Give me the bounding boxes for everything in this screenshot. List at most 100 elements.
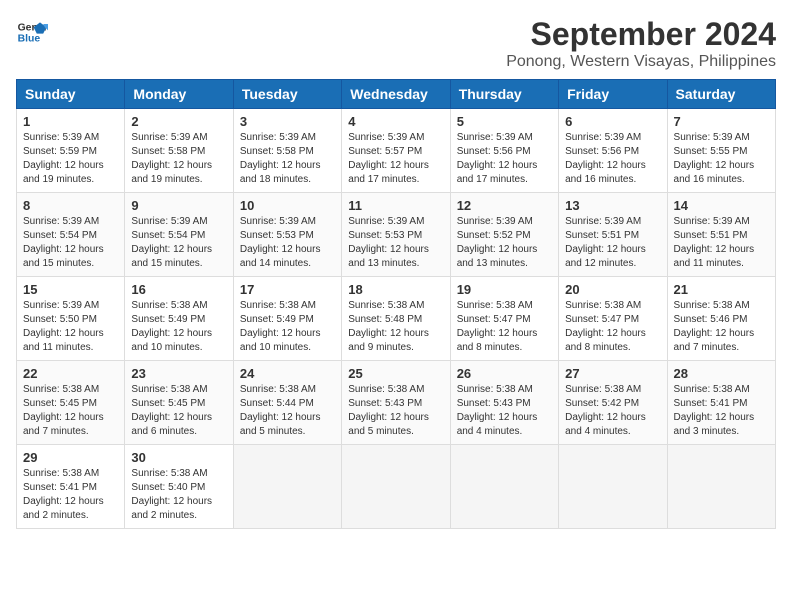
day-number: 14 <box>674 198 769 213</box>
calendar-day-15: 15Sunrise: 5:39 AM Sunset: 5:50 PM Dayli… <box>17 277 125 361</box>
calendar-day-22: 22 Sunrise: 5:38 AM Sunset: 5:45 PM Dayli… <box>17 361 125 445</box>
calendar-week-2: 8 Sunrise: 5:39 AM Sunset: 5:54 PM Daylig… <box>17 193 776 277</box>
calendar-header-friday: Friday <box>559 80 667 109</box>
day-number: 8 <box>23 198 118 213</box>
calendar-day-empty <box>667 445 775 529</box>
day-info: Sunrise: 5:39 AM Sunset: 5:55 PM Dayligh… <box>674 131 769 187</box>
day-number: 23 <box>131 366 226 381</box>
day-info: Sunrise: 5:39 AM Sunset: 5:53 PM Dayligh… <box>240 215 335 271</box>
calendar-day-5: 5 Sunrise: 5:39 AM Sunset: 5:56 PM Daylig… <box>450 109 558 193</box>
calendar-day-empty <box>342 445 450 529</box>
calendar-day-7: 7Sunrise: 5:39 AM Sunset: 5:55 PM Daylig… <box>667 109 775 193</box>
calendar-day-18: 18Sunrise: 5:38 AM Sunset: 5:48 PM Dayli… <box>342 277 450 361</box>
calendar-day-13: 13Sunrise: 5:39 AM Sunset: 5:51 PM Dayli… <box>559 193 667 277</box>
day-number: 16 <box>131 282 226 297</box>
day-info: Sunrise: 5:38 AM Sunset: 5:47 PM Dayligh… <box>565 299 660 355</box>
calendar-day-28: 28 Sunrise: 5:38 AM Sunset: 5:41 PM Dayli… <box>667 361 775 445</box>
day-info: Sunrise: 5:38 AM Sunset: 5:49 PM Dayligh… <box>131 299 226 355</box>
calendar-day-empty <box>233 445 341 529</box>
calendar-week-5: 29 Sunrise: 5:38 AM Sunset: 5:41 PM Dayli… <box>17 445 776 529</box>
day-info: Sunrise: 5:38 AM Sunset: 5:47 PM Dayligh… <box>457 299 552 355</box>
day-info: Sunrise: 5:39 AM Sunset: 5:57 PM Dayligh… <box>348 131 443 187</box>
day-info: Sunrise: 5:39 AM Sunset: 5:51 PM Dayligh… <box>674 215 769 271</box>
day-number: 12 <box>457 198 552 213</box>
day-number: 11 <box>348 198 443 213</box>
calendar-day-3: 3Sunrise: 5:39 AM Sunset: 5:58 PM Daylig… <box>233 109 341 193</box>
day-number: 10 <box>240 198 335 213</box>
calendar-week-1: 1 Sunrise: 5:39 AM Sunset: 5:59 PM Daylig… <box>17 109 776 193</box>
day-number: 27 <box>565 366 660 381</box>
day-number: 5 <box>457 114 552 129</box>
calendar-header-saturday: Saturday <box>667 80 775 109</box>
day-number: 20 <box>565 282 660 297</box>
calendar-header-sunday: Sunday <box>17 80 125 109</box>
day-info: Sunrise: 5:38 AM Sunset: 5:45 PM Dayligh… <box>131 383 226 439</box>
day-number: 29 <box>23 450 118 465</box>
calendar-day-14: 14 Sunrise: 5:39 AM Sunset: 5:51 PM Dayli… <box>667 193 775 277</box>
day-info: Sunrise: 5:38 AM Sunset: 5:49 PM Dayligh… <box>240 299 335 355</box>
calendar-day-11: 11 Sunrise: 5:39 AM Sunset: 5:53 PM Dayli… <box>342 193 450 277</box>
day-info: Sunrise: 5:39 AM Sunset: 5:54 PM Dayligh… <box>23 215 118 271</box>
day-number: 24 <box>240 366 335 381</box>
day-number: 21 <box>674 282 769 297</box>
day-info: Sunrise: 5:38 AM Sunset: 5:41 PM Dayligh… <box>23 467 118 523</box>
calendar-week-3: 15Sunrise: 5:39 AM Sunset: 5:50 PM Dayli… <box>17 277 776 361</box>
calendar-day-empty <box>559 445 667 529</box>
calendar-day-26: 26 Sunrise: 5:38 AM Sunset: 5:43 PM Dayli… <box>450 361 558 445</box>
day-info: Sunrise: 5:39 AM Sunset: 5:58 PM Dayligh… <box>131 131 226 187</box>
calendar-day-10: 10 Sunrise: 5:39 AM Sunset: 5:53 PM Dayli… <box>233 193 341 277</box>
page-title: September 2024 <box>506 16 776 53</box>
calendar-header-tuesday: Tuesday <box>233 80 341 109</box>
day-number: 9 <box>131 198 226 213</box>
day-info: Sunrise: 5:39 AM Sunset: 5:56 PM Dayligh… <box>565 131 660 187</box>
calendar-day-17: 17 Sunrise: 5:38 AM Sunset: 5:49 PM Dayli… <box>233 277 341 361</box>
calendar-day-12: 12 Sunrise: 5:39 AM Sunset: 5:52 PM Dayli… <box>450 193 558 277</box>
page-subtitle: Ponong, Western Visayas, Philippines <box>506 53 776 71</box>
calendar-day-2: 2Sunrise: 5:39 AM Sunset: 5:58 PM Daylig… <box>125 109 233 193</box>
calendar-day-19: 19 Sunrise: 5:38 AM Sunset: 5:47 PM Dayli… <box>450 277 558 361</box>
title-block: September 2024 Ponong, Western Visayas, … <box>506 16 776 71</box>
calendar-day-23: 23 Sunrise: 5:38 AM Sunset: 5:45 PM Dayli… <box>125 361 233 445</box>
day-number: 13 <box>565 198 660 213</box>
calendar-day-27: 27 Sunrise: 5:38 AM Sunset: 5:42 PM Dayli… <box>559 361 667 445</box>
calendar-day-25: 25 Sunrise: 5:38 AM Sunset: 5:43 PM Dayli… <box>342 361 450 445</box>
calendar-table: SundayMondayTuesdayWednesdayThursdayFrid… <box>16 79 776 529</box>
day-number: 22 <box>23 366 118 381</box>
day-info: Sunrise: 5:38 AM Sunset: 5:45 PM Dayligh… <box>23 383 118 439</box>
calendar-day-8: 8 Sunrise: 5:39 AM Sunset: 5:54 PM Daylig… <box>17 193 125 277</box>
day-number: 26 <box>457 366 552 381</box>
day-number: 28 <box>674 366 769 381</box>
day-number: 30 <box>131 450 226 465</box>
calendar-header-thursday: Thursday <box>450 80 558 109</box>
day-info: Sunrise: 5:39 AM Sunset: 5:53 PM Dayligh… <box>348 215 443 271</box>
day-info: Sunrise: 5:38 AM Sunset: 5:42 PM Dayligh… <box>565 383 660 439</box>
calendar-day-24: 24 Sunrise: 5:38 AM Sunset: 5:44 PM Dayli… <box>233 361 341 445</box>
calendar-header-row: SundayMondayTuesdayWednesdayThursdayFrid… <box>17 80 776 109</box>
day-info: Sunrise: 5:38 AM Sunset: 5:43 PM Dayligh… <box>348 383 443 439</box>
day-number: 3 <box>240 114 335 129</box>
day-info: Sunrise: 5:39 AM Sunset: 5:50 PM Dayligh… <box>23 299 118 355</box>
day-number: 1 <box>23 114 118 129</box>
calendar-day-4: 4 Sunrise: 5:39 AM Sunset: 5:57 PM Daylig… <box>342 109 450 193</box>
day-info: Sunrise: 5:39 AM Sunset: 5:59 PM Dayligh… <box>23 131 118 187</box>
calendar-day-16: 16 Sunrise: 5:38 AM Sunset: 5:49 PM Dayli… <box>125 277 233 361</box>
day-info: Sunrise: 5:39 AM Sunset: 5:56 PM Dayligh… <box>457 131 552 187</box>
day-info: Sunrise: 5:38 AM Sunset: 5:41 PM Dayligh… <box>674 383 769 439</box>
day-number: 4 <box>348 114 443 129</box>
day-number: 17 <box>240 282 335 297</box>
day-number: 25 <box>348 366 443 381</box>
day-info: Sunrise: 5:39 AM Sunset: 5:54 PM Dayligh… <box>131 215 226 271</box>
page-header: General Blue September 2024 Ponong, West… <box>16 16 776 71</box>
calendar-day-21: 21Sunrise: 5:38 AM Sunset: 5:46 PM Dayli… <box>667 277 775 361</box>
calendar-header-monday: Monday <box>125 80 233 109</box>
day-info: Sunrise: 5:38 AM Sunset: 5:43 PM Dayligh… <box>457 383 552 439</box>
calendar-day-1: 1 Sunrise: 5:39 AM Sunset: 5:59 PM Daylig… <box>17 109 125 193</box>
day-info: Sunrise: 5:39 AM Sunset: 5:52 PM Dayligh… <box>457 215 552 271</box>
calendar-day-20: 20 Sunrise: 5:38 AM Sunset: 5:47 PM Dayli… <box>559 277 667 361</box>
day-info: Sunrise: 5:38 AM Sunset: 5:48 PM Dayligh… <box>348 299 443 355</box>
day-info: Sunrise: 5:38 AM Sunset: 5:40 PM Dayligh… <box>131 467 226 523</box>
day-number: 19 <box>457 282 552 297</box>
day-info: Sunrise: 5:38 AM Sunset: 5:44 PM Dayligh… <box>240 383 335 439</box>
calendar-day-empty <box>450 445 558 529</box>
calendar-day-29: 29 Sunrise: 5:38 AM Sunset: 5:41 PM Dayli… <box>17 445 125 529</box>
